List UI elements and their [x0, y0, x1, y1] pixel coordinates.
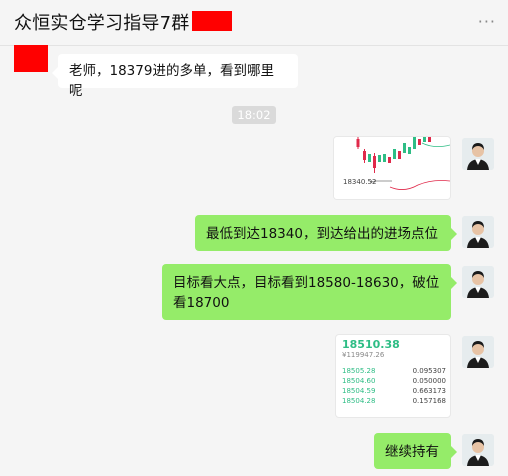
avatar-person-icon — [462, 434, 494, 466]
candlestick-chart-thumbnail — [334, 137, 450, 199]
message-text-line-2: 看18700 — [173, 295, 230, 311]
avatar-person-icon — [462, 138, 494, 170]
order-qty: 0.050000 — [412, 377, 446, 385]
order-price: 18504.59 — [342, 387, 376, 395]
outgoing-message: 最低到达18340，到达给出的进场点位 — [195, 215, 457, 251]
chart-image-message[interactable]: 18340.52 ← — [333, 136, 451, 200]
more-dots-icon[interactable]: ··· — [478, 12, 496, 31]
order-row: 18504.60 0.050000 — [342, 377, 446, 387]
order-price: 18504.60 — [342, 377, 376, 385]
quote-sub-price: ¥119947.26 — [342, 351, 385, 359]
message-text: 最低到达18340，到达给出的进场点位 — [206, 226, 438, 242]
order-qty: 0.157168 — [412, 397, 446, 405]
message-text: 继续持有 — [385, 444, 439, 460]
order-price: 18505.28 — [342, 367, 376, 375]
outgoing-message: 继续持有 — [374, 433, 457, 469]
order-row: 18505.28 0.095307 — [342, 367, 446, 377]
avatar-person-icon — [462, 266, 494, 298]
redacted-avatar — [14, 45, 48, 72]
outgoing-message: 目标看大点，目标看到18580-18630，破位 看18700 — [162, 264, 457, 320]
order-qty: 0.095307 — [412, 367, 446, 375]
avatar[interactable] — [462, 138, 494, 170]
order-row: 18504.28 0.157168 — [342, 397, 446, 407]
avatar-person-icon — [462, 336, 494, 368]
quote-image-message[interactable]: 18510.38 ¥119947.26 18505.28 0.095307 18… — [335, 334, 451, 418]
avatar[interactable] — [462, 266, 494, 298]
redacted-block — [192, 11, 232, 31]
quote-price: 18510.38 — [342, 338, 400, 351]
order-row: 18504.59 0.663173 — [342, 387, 446, 397]
order-qty: 0.663173 — [412, 387, 446, 395]
chat-title: 众恒实仓学习指导7群 — [14, 13, 190, 34]
order-price: 18504.28 — [342, 397, 376, 405]
avatar[interactable] — [462, 434, 494, 466]
order-book: 18505.28 0.095307 18504.60 0.050000 1850… — [342, 367, 446, 407]
avatar[interactable] — [462, 216, 494, 248]
message-text: 老师，18379进的多单，看到哪里呢 — [69, 63, 274, 99]
avatar-person-icon — [462, 216, 494, 248]
timestamp: 18:02 — [232, 106, 276, 124]
avatar[interactable] — [462, 336, 494, 368]
message-text-line-1: 目标看大点，目标看到18580-18630，破位 — [173, 275, 440, 291]
arrow-icon: ← — [370, 178, 376, 186]
incoming-message: 老师，18379进的多单，看到哪里呢 — [52, 54, 298, 99]
chat-header: 众恒实仓学习指导7群 ··· — [0, 0, 508, 46]
